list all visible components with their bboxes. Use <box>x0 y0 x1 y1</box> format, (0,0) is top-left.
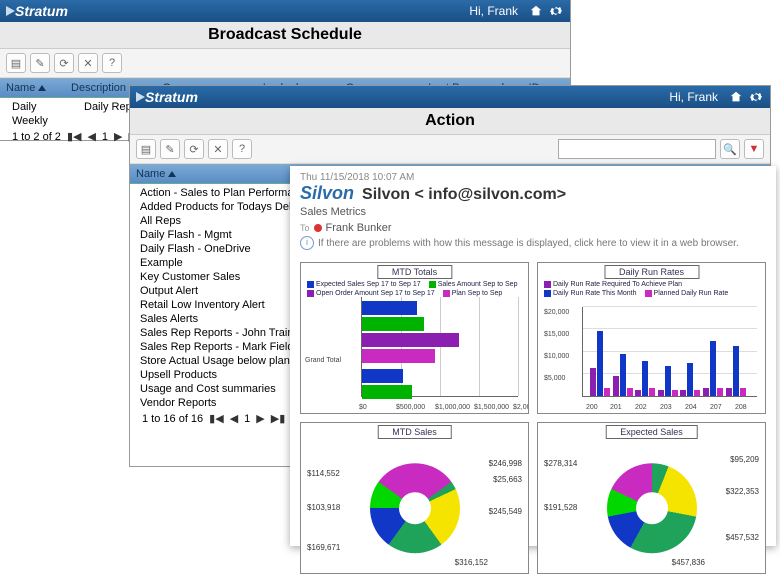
toolbar: ▤ ✎ ⟳ ✕ ? <box>0 49 570 78</box>
help-icon[interactable]: ? <box>232 139 252 159</box>
email-preview-pane: Thu 11/15/2018 10:07 AM Silvon Silvon < … <box>290 166 776 546</box>
settings-gear-icon[interactable] <box>548 3 564 19</box>
chart-title: Daily Run Rates <box>604 265 699 279</box>
info-icon: i <box>300 236 314 250</box>
page-title: Broadcast Schedule <box>0 22 570 49</box>
pager-prev-icon[interactable]: ◀ <box>87 130 95 143</box>
new-icon[interactable]: ▤ <box>6 53 26 73</box>
email-timestamp: Thu 11/15/2018 10:07 AM <box>300 172 766 183</box>
pager-prev-icon[interactable]: ◀ <box>230 412 238 425</box>
titlebar: Stratum Hi, Frank <box>130 86 770 108</box>
edit-icon[interactable]: ✎ <box>160 139 180 159</box>
email-from: Silvon < info@silvon.com> <box>362 186 566 204</box>
user-greeting: Hi, Frank <box>469 4 518 18</box>
donut-icon <box>607 463 697 553</box>
brand-name: Stratum <box>15 3 68 19</box>
pager-text: 1 to 2 of 2 <box>12 131 61 143</box>
new-icon[interactable]: ▤ <box>136 139 156 159</box>
email-subject: Sales Metrics <box>300 206 766 218</box>
brand-arrow-icon <box>6 6 15 16</box>
filter-icon[interactable]: ▼ <box>744 139 764 159</box>
pager-next-icon[interactable]: ▶ <box>114 130 122 143</box>
chart-mtd-sales: MTD Sales $114,552 $103,918 $169,671 $24… <box>300 422 529 574</box>
toolbar: ▤ ✎ ⟳ ✕ ? 🔍 ▼ <box>130 135 770 164</box>
home-icon[interactable] <box>728 89 744 105</box>
donut-icon <box>370 463 460 553</box>
refresh-icon[interactable]: ⟳ <box>184 139 204 159</box>
pager-page: 1 <box>102 131 108 143</box>
cancel-icon[interactable]: ✕ <box>208 139 228 159</box>
chart-plot-area <box>582 307 757 397</box>
presence-dot-icon <box>314 224 322 232</box>
pager-next-icon[interactable]: ▶ <box>256 412 264 425</box>
edit-icon[interactable]: ✎ <box>30 53 50 73</box>
search-input[interactable] <box>558 139 716 159</box>
chart-title: MTD Totals <box>377 265 452 279</box>
chart-expected-sales: Expected Sales $278,314 $191,528 $95,209… <box>537 422 766 574</box>
brand-arrow-icon <box>136 92 145 102</box>
brand-name: Stratum <box>145 89 198 105</box>
sort-asc-icon <box>38 85 46 91</box>
home-icon[interactable] <box>528 3 544 19</box>
email-to: Frank Bunker <box>326 222 392 234</box>
titlebar: Stratum Hi, Frank <box>0 0 570 22</box>
refresh-icon[interactable]: ⟳ <box>54 53 74 73</box>
email-render-note[interactable]: i If there are problems with how this me… <box>300 236 766 250</box>
help-icon[interactable]: ? <box>102 53 122 73</box>
col-name[interactable]: Name <box>0 79 65 97</box>
pager-text: 1 to 16 of 16 <box>142 413 203 425</box>
email-to-row: To Frank Bunker <box>300 222 766 234</box>
chart-mtd-totals: MTD Totals Expected Sales Sep 17 to Sep … <box>300 262 529 414</box>
brand-logo: Silvon <box>300 183 354 204</box>
cancel-icon[interactable]: ✕ <box>78 53 98 73</box>
page-title: Action <box>130 108 770 135</box>
chart-title: MTD Sales <box>377 425 452 439</box>
user-greeting: Hi, Frank <box>669 90 718 104</box>
pager-last-icon[interactable]: ▶▮ <box>271 412 286 425</box>
pager-first-icon[interactable]: ▮◀ <box>67 130 82 143</box>
settings-gear-icon[interactable] <box>748 89 764 105</box>
pager-first-icon[interactable]: ▮◀ <box>209 412 224 425</box>
pager-page: 1 <box>244 413 250 425</box>
email-header: Thu 11/15/2018 10:07 AM Silvon Silvon < … <box>290 166 776 256</box>
search-icon[interactable]: 🔍 <box>720 139 740 159</box>
chart-daily-run-rates: Daily Run Rates Daily Run Rate Required … <box>537 262 766 414</box>
chart-plot-area <box>361 297 518 397</box>
email-body: MTD Totals Expected Sales Sep 17 to Sep … <box>290 256 776 584</box>
chart-title: Expected Sales <box>605 425 698 439</box>
sort-asc-icon <box>168 171 176 177</box>
